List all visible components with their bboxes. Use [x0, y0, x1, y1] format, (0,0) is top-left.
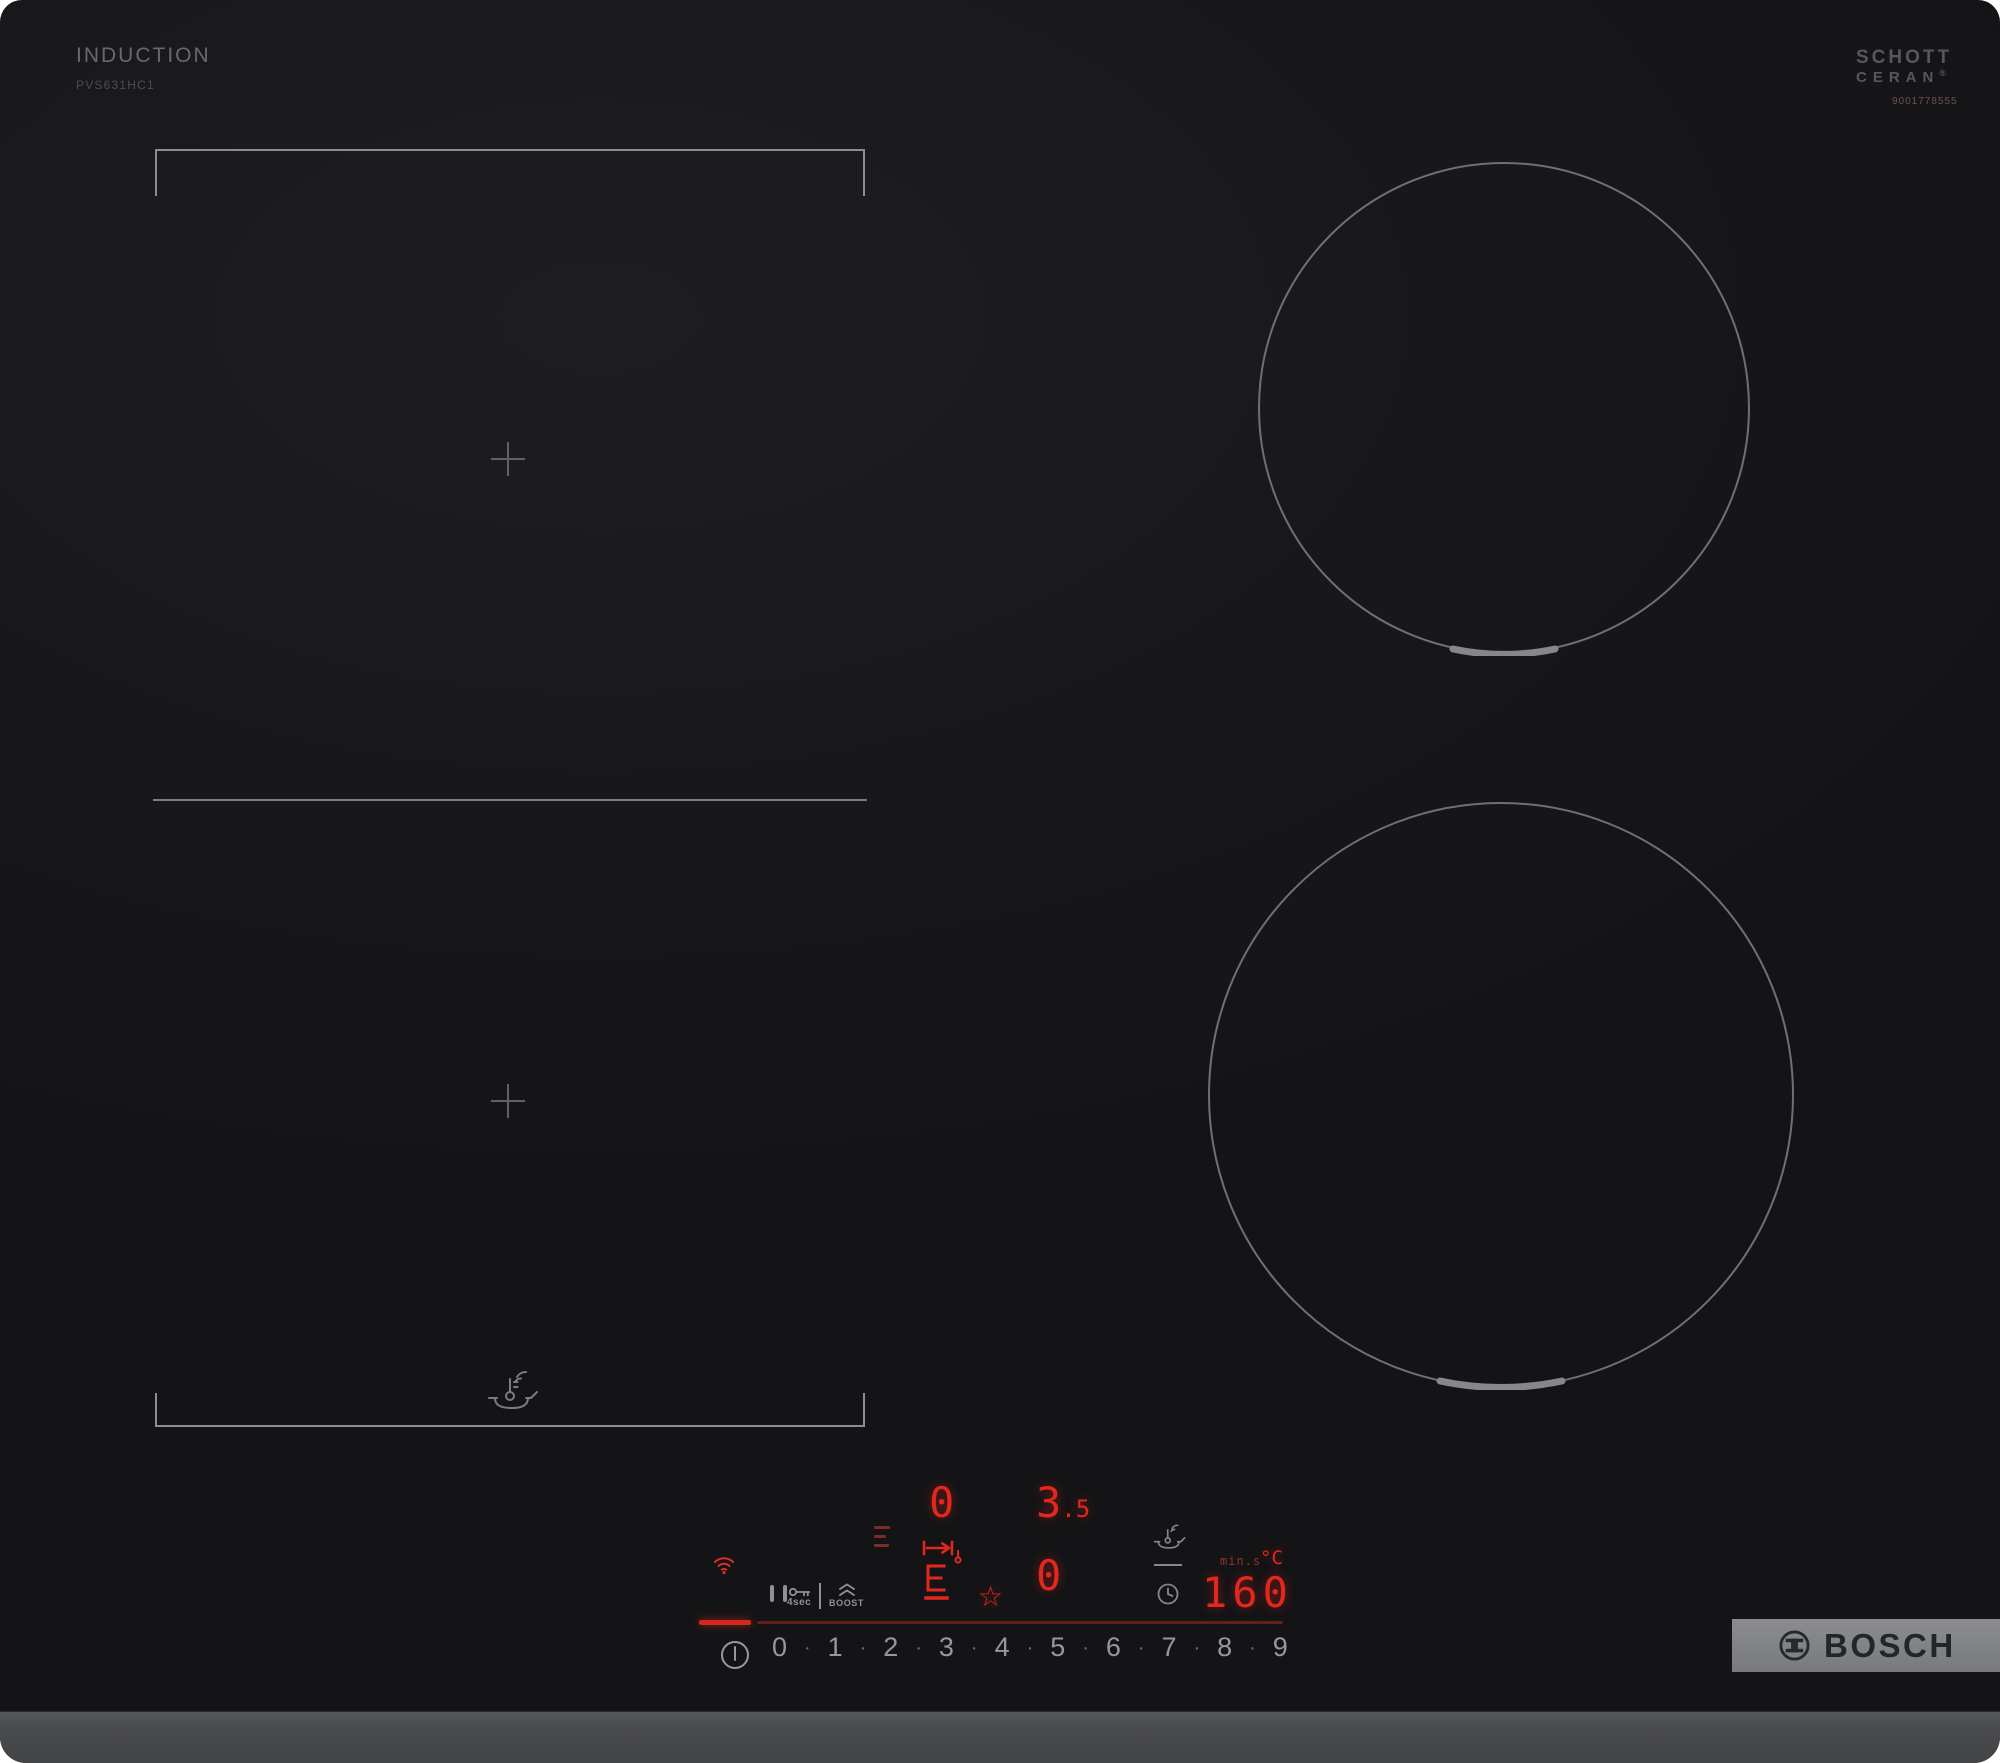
flex-zone-front-bottom-line [155, 1425, 865, 1427]
glass-serial-number: 9001778555 [1892, 96, 1958, 107]
separator-dot: · [1249, 1636, 1256, 1659]
boost-label: BOOST [829, 1598, 865, 1608]
separator-dot: · [859, 1636, 867, 1659]
bosch-armature-icon [1779, 1630, 1810, 1661]
schott-ceran-logo: SCHOTT CERAN® [1856, 48, 1952, 87]
bosch-wordmark: BOSCH [1824, 1626, 1956, 1664]
cooking-sensor-icon[interactable] [1150, 1521, 1188, 1551]
registered-mark: ® [1939, 67, 1946, 78]
boost-chevron-icon[interactable] [838, 1583, 856, 1596]
separator-dot: · [1082, 1636, 1089, 1659]
separator-dot: · [804, 1636, 811, 1659]
induction-hob-surface: INDUCTION PVS631HC1 SCHOTT CERAN® 900177… [0, 0, 2000, 1763]
temperature-display: 160 [1202, 1568, 1293, 1617]
flex-zone-rear-left-tick [155, 149, 157, 196]
front-right-cooking-zone [1208, 802, 1794, 1390]
key-lock-hold-label: 4sec [787, 1597, 812, 1608]
control-divider [819, 1583, 821, 1609]
flex-zone-rear-top-line [155, 149, 865, 151]
status-dashes-icon [874, 1526, 890, 1547]
status-dash [874, 1544, 889, 1547]
rear-zone-level-display: 0 [929, 1478, 955, 1527]
level-key-7[interactable]: 7 [1161, 1634, 1176, 1661]
rear-power-fraction: .5 [1061, 1495, 1091, 1523]
flex-zone-front-right-tick [863, 1393, 865, 1427]
flex-zone-rear-right-tick [863, 149, 865, 196]
status-dash [874, 1526, 890, 1529]
pause-button[interactable] [770, 1585, 788, 1607]
separator-dot: · [915, 1636, 922, 1659]
level-key-4[interactable]: 4 [995, 1634, 1010, 1661]
level-key-2[interactable]: 2 [883, 1634, 898, 1661]
wifi-icon [714, 1557, 734, 1575]
ceran-text: CERAN [1856, 68, 1940, 86]
product-line-label: INDUCTION [76, 44, 211, 67]
power-level-slider[interactable]: 0 · 1 · 2 · 3 · 4 · 5 · 6 · 7 · 8 · 9 [772, 1634, 1288, 1661]
power-button[interactable] [719, 1639, 751, 1671]
temperature-unit: °C [1260, 1547, 1283, 1569]
hob-front-edge [0, 1711, 2000, 1763]
flex-zone-divider-line [153, 799, 867, 801]
slider-track-bar [757, 1621, 1283, 1624]
timer-unit-label: min.s [1220, 1554, 1262, 1568]
active-segment-bar [699, 1620, 751, 1625]
level-key-0[interactable]: 0 [772, 1634, 787, 1661]
rear-power-integer: 3 [1036, 1478, 1062, 1527]
separator-dot: · [1137, 1636, 1145, 1659]
flex-zone-front-left-tick [155, 1393, 157, 1427]
move-pan-arrow-icon [922, 1540, 962, 1600]
status-dash [874, 1535, 886, 1538]
favorite-star-icon[interactable]: ☆ [978, 1583, 1003, 1611]
separator-dot: · [1026, 1636, 1034, 1659]
level-key-3[interactable]: 3 [939, 1634, 954, 1661]
schott-logo-line2: CERAN® [1856, 68, 1952, 87]
level-key-1[interactable]: 1 [828, 1634, 843, 1661]
front-zone-plus-mark-vertical [507, 1084, 509, 1118]
front-zone-level-display: 0 [1036, 1551, 1062, 1600]
level-key-6[interactable]: 6 [1106, 1634, 1121, 1661]
level-key-9[interactable]: 9 [1273, 1634, 1288, 1661]
rear-right-cooking-zone [1258, 162, 1750, 656]
pan-with-thermometer-icon [488, 1371, 538, 1410]
rear-zone-plus-mark-vertical [507, 442, 509, 476]
schott-logo-line1: SCHOTT [1856, 47, 1953, 68]
model-number-label: PVS631HC1 [76, 78, 155, 92]
sensor-underline [1154, 1564, 1182, 1566]
bosch-brand-plaque: BOSCH [1732, 1619, 2000, 1672]
level-key-8[interactable]: 8 [1217, 1634, 1232, 1661]
level-key-5[interactable]: 5 [1050, 1634, 1065, 1661]
timer-clock-icon[interactable] [1156, 1582, 1180, 1606]
pause-bar [770, 1585, 774, 1602]
separator-dot: · [970, 1636, 978, 1659]
rear-zone-power-display: 3.5 [1036, 1482, 1090, 1524]
separator-dot: · [1193, 1636, 1201, 1659]
